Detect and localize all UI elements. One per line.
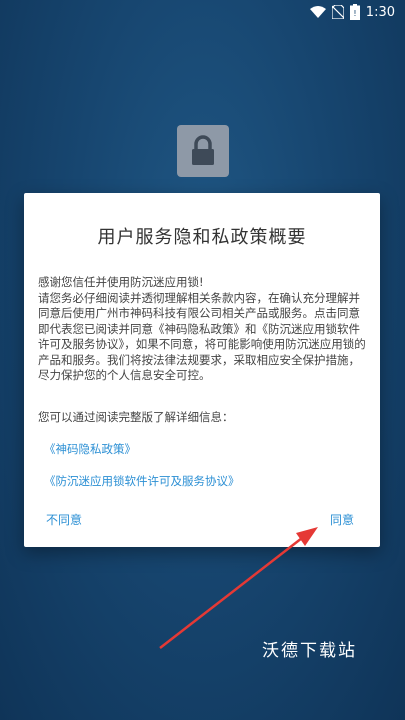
license-agreement-link[interactable]: 《防沉迷应用锁软件许可及服务协议》 [44, 473, 240, 489]
agree-button[interactable]: 同意 [330, 511, 354, 528]
no-sim-icon [331, 5, 344, 19]
privacy-policy-link[interactable]: 《神码隐私政策》 [44, 441, 136, 457]
svg-text:!: ! [353, 9, 356, 18]
dialog-title: 用户服务隐和私政策概要 [97, 227, 307, 248]
padlock-icon [177, 125, 229, 177]
status-bar: ! 1:30 [0, 0, 405, 24]
privacy-policy-dialog: 用户服务隐和私政策概要 感谢您信任并使用防沉迷应用锁! 请您务必仔细阅读并透彻理… [24, 193, 380, 547]
dialog-policy-text: 请您务必仔细阅读并透彻理解相关条款内容，在确认充分理解并同意后使用广州市神码科技… [38, 290, 366, 383]
watermark-text: 沃德下载站 [262, 641, 357, 661]
wifi-icon [309, 6, 326, 18]
dialog-hint: 您可以通过阅读完整版了解详细信息： [38, 410, 234, 424]
disagree-button[interactable]: 不同意 [46, 511, 82, 528]
battery-icon: ! [349, 4, 360, 20]
dialog-greeting: 感谢您信任并使用防沉迷应用锁! [38, 275, 204, 289]
dialog-body: 感谢您信任并使用防沉迷应用锁! 请您务必仔细阅读并透彻理解相关条款内容，在确认充… [38, 275, 366, 384]
status-time: 1:30 [365, 4, 395, 20]
